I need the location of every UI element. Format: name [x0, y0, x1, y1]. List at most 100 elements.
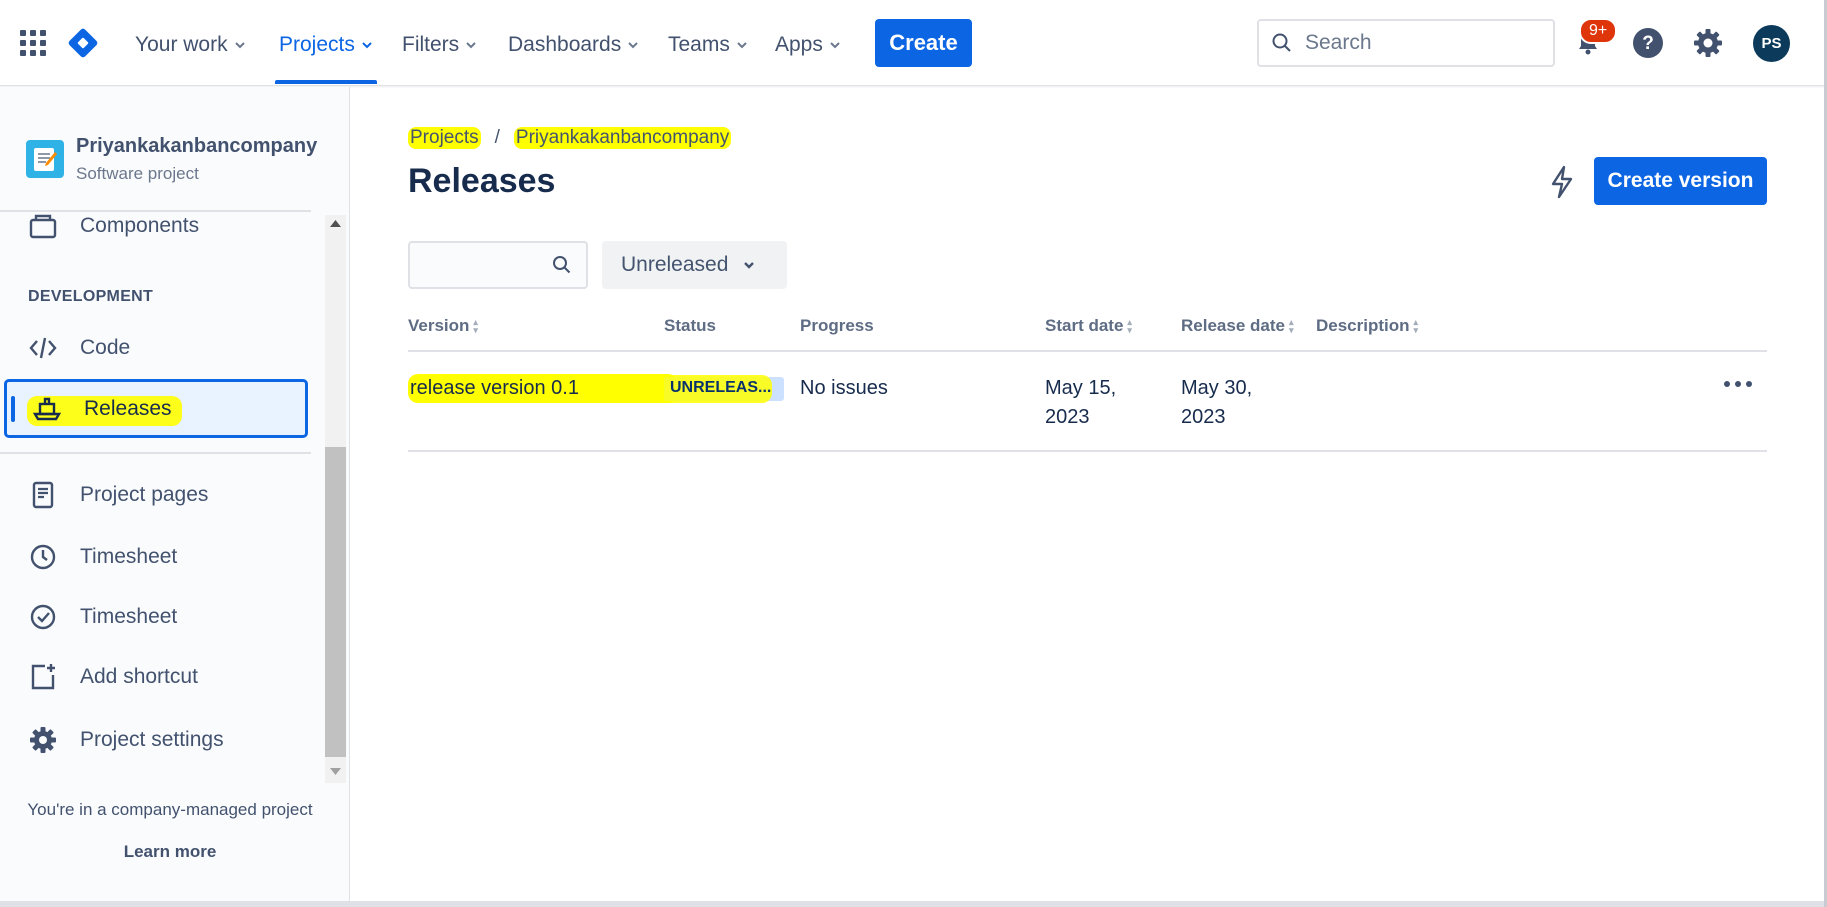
status-filter-dropdown[interactable]: Unreleased — [602, 241, 787, 289]
ship-icon — [32, 397, 62, 420]
sort-icon: ▴ ▾ — [1127, 317, 1132, 335]
breadcrumb-separator: / — [494, 127, 500, 148]
sidebar-item-components[interactable]: Components — [28, 211, 199, 241]
scroll-down-arrow-icon[interactable] — [329, 767, 342, 777]
help-icon: ? — [1633, 28, 1663, 58]
chevron-down-icon — [744, 262, 755, 269]
column-release-date[interactable]: Release date ▴ ▾ — [1181, 316, 1293, 336]
nav-label: Teams — [668, 33, 730, 56]
breadcrumb-project[interactable]: Priyankakanbancompany — [513, 127, 732, 149]
learn-more-link[interactable]: Learn more — [0, 842, 340, 862]
search-icon — [1272, 33, 1291, 52]
nav-projects[interactable]: Projects — [275, 30, 377, 84]
top-navigation: Your work Projects Filters Dashboards Te… — [0, 0, 1827, 86]
nav-your-work[interactable]: Your work — [135, 30, 246, 60]
scroll-up-arrow-icon[interactable] — [329, 218, 342, 228]
app-switcher-icon[interactable] — [20, 30, 46, 56]
add-shortcut-icon — [31, 664, 55, 690]
project-avatar-icon — [26, 140, 64, 178]
company-managed-note: You're in a company-managed project — [27, 800, 313, 819]
version-search-input[interactable] — [418, 251, 548, 279]
chevron-down-icon — [362, 42, 372, 49]
project-header[interactable]: Priyankakanbancompany Software project — [26, 135, 317, 184]
help-button[interactable]: ? — [1629, 24, 1667, 62]
status-badge: UNRELEAS... — [662, 375, 784, 403]
column-label: Release date — [1181, 316, 1285, 335]
project-type: Software project — [76, 164, 199, 183]
release-date-line: May 30, — [1181, 377, 1253, 399]
sidebar-item-project-settings[interactable]: Project settings — [28, 725, 224, 755]
nav-filters[interactable]: Filters — [402, 30, 477, 60]
start-date-cell: May 15, 2023 — [1045, 374, 1116, 432]
sidebar-scrollbar-thumb[interactable] — [325, 447, 346, 757]
project-sidebar: Priyankakanbancompany Software project C… — [0, 87, 350, 903]
sidebar-item-project-pages[interactable]: Project pages — [28, 480, 208, 510]
chevron-down-icon — [628, 42, 638, 49]
global-search[interactable] — [1257, 19, 1555, 67]
sidebar-item-label: Project settings — [80, 728, 224, 751]
sort-icon: ▴ ▾ — [1413, 317, 1419, 335]
column-version[interactable]: Version ▴ ▾ — [408, 316, 478, 336]
sidebar-item-label: Components — [80, 214, 200, 237]
component-icon — [29, 214, 57, 239]
check-circle-icon — [30, 604, 56, 630]
search-input[interactable] — [1305, 31, 1535, 55]
more-actions-button[interactable] — [1718, 372, 1758, 396]
sidebar-group-title: DEVELOPMENT — [28, 288, 154, 305]
chevron-down-icon — [830, 42, 840, 49]
sidebar-item-label: Timesheet — [80, 605, 178, 628]
nav-teams[interactable]: Teams — [668, 30, 748, 60]
release-date-cell: May 30, 2023 — [1181, 374, 1252, 432]
page-icon — [32, 481, 54, 509]
gear-icon — [30, 727, 56, 753]
project-name: Priyankakanbancompany — [76, 135, 318, 157]
nav-label: Apps — [775, 33, 823, 56]
releases-table-header: Version ▴ ▾ Status Progress Start date ▴ ▾… — [408, 316, 1767, 352]
window-bottom-edge — [0, 901, 1827, 907]
nav-label: Your work — [135, 33, 228, 56]
start-date-line: May 15, — [1045, 377, 1117, 399]
create-button[interactable]: Create — [875, 19, 972, 67]
sidebar-item-add-shortcut[interactable]: Add shortcut — [28, 662, 198, 692]
user-avatar[interactable]: PS — [1753, 25, 1790, 62]
sidebar-item-code[interactable]: Code — [28, 333, 130, 363]
create-version-button[interactable]: Create version — [1594, 157, 1767, 205]
column-label: Status — [664, 316, 716, 335]
column-start-date[interactable]: Start date ▴ ▾ — [1045, 316, 1132, 336]
column-status: Status — [664, 316, 716, 336]
sidebar-item-releases[interactable]: Releases — [4, 379, 308, 438]
chevron-down-icon — [466, 42, 476, 49]
more-dot-icon — [1735, 381, 1741, 387]
column-label: Start date — [1045, 316, 1124, 335]
chevron-down-icon — [234, 42, 245, 49]
breadcrumb: Projects / Priyankakanbancompany — [408, 127, 732, 149]
progress-cell: No issues — [800, 377, 888, 399]
status-filter-value: Unreleased — [621, 253, 729, 276]
page-title: Releases — [408, 162, 556, 200]
nav-apps[interactable]: Apps — [775, 30, 841, 60]
column-progress: Progress — [800, 316, 874, 336]
sidebar-item-label: Releases — [84, 396, 172, 420]
automation-lightning-icon[interactable] — [1546, 164, 1578, 200]
nav-label: Dashboards — [508, 33, 622, 56]
column-label: Progress — [800, 316, 874, 335]
column-description[interactable]: Description ▴ ▾ — [1316, 316, 1418, 336]
sidebar-item-label: Timesheet — [80, 545, 178, 568]
settings-button[interactable] — [1689, 24, 1727, 62]
jira-logo-icon[interactable] — [66, 26, 100, 60]
sidebar-item-label: Project pages — [80, 483, 209, 506]
release-date-line: 2023 — [1181, 406, 1226, 428]
breadcrumb-projects[interactable]: Projects — [408, 127, 481, 149]
table-row: release version 0.1 UNRELEAS... No issue… — [408, 352, 1767, 452]
version-search-field[interactable] — [408, 241, 588, 289]
sidebar-item-timesheet-1[interactable]: Timesheet — [28, 542, 177, 572]
sidebar-divider — [0, 452, 311, 454]
notification-count-badge: 9+ — [1579, 18, 1618, 44]
nav-label: Filters — [402, 33, 460, 56]
code-icon — [29, 337, 57, 359]
column-label: Version — [408, 316, 470, 335]
nav-dashboards[interactable]: Dashboards — [508, 30, 639, 60]
version-link[interactable]: release version 0.1 — [408, 374, 678, 403]
more-dot-icon — [1746, 381, 1752, 387]
sidebar-item-timesheet-2[interactable]: Timesheet — [28, 602, 177, 632]
